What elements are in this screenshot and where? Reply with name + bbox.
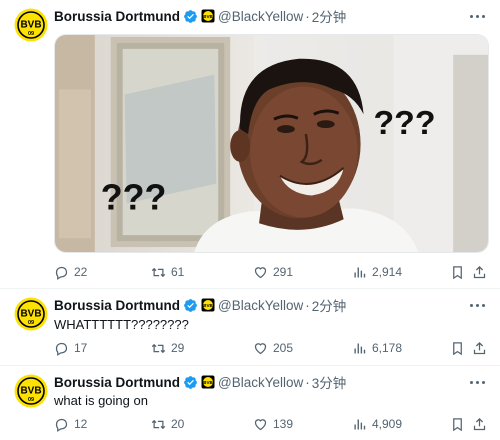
handle[interactable]: @BlackYellow — [218, 298, 303, 313]
retweet-count: 61 — [171, 265, 185, 279]
more-icon[interactable] — [466, 7, 488, 25]
reply-button[interactable]: 22 — [54, 262, 87, 282]
tweet-actions: 12 20 139 4,909 — [54, 414, 494, 434]
reply-count: 17 — [74, 341, 88, 355]
views-icon — [352, 341, 367, 356]
views-count: 4,909 — [372, 417, 403, 431]
display-name[interactable]: Borussia Dortmund — [54, 9, 180, 24]
views-button[interactable]: 2,914 — [352, 262, 402, 282]
reply-button[interactable]: 12 — [54, 414, 87, 434]
tweet-media-image[interactable]: ??? ??? — [54, 34, 489, 253]
tweet-text: WHATTTTTT???????? — [54, 317, 189, 332]
display-name[interactable]: Borussia Dortmund — [54, 375, 180, 390]
retweet-icon — [151, 265, 166, 280]
svg-text:???: ??? — [101, 177, 167, 217]
svg-text:09: 09 — [28, 31, 34, 37]
retweet-count: 20 — [171, 417, 185, 431]
separator-dot: · — [305, 8, 310, 24]
like-button[interactable]: 205 — [253, 338, 293, 358]
like-count: 139 — [273, 417, 294, 431]
bookmark-button[interactable] — [450, 338, 465, 358]
svg-text:BVB: BVB — [20, 20, 41, 31]
retweet-button[interactable]: 29 — [151, 338, 184, 358]
tweet-header: Borussia Dortmund BVB @BlackYellow · 2分钟 — [54, 295, 346, 315]
bookmark-icon — [450, 265, 465, 280]
handle[interactable]: @BlackYellow — [218, 9, 303, 24]
share-button[interactable] — [472, 338, 487, 358]
bookmark-button[interactable] — [450, 262, 465, 282]
share-button[interactable] — [472, 414, 487, 434]
svg-text:BVB: BVB — [203, 380, 213, 385]
like-count: 291 — [273, 265, 294, 279]
like-button[interactable]: 139 — [253, 414, 293, 434]
timestamp[interactable]: 2分钟 — [312, 295, 347, 315]
avatar[interactable]: BVB 09 — [14, 374, 48, 408]
like-button[interactable]: 291 — [253, 262, 293, 282]
bookmark-icon — [450, 341, 465, 356]
heart-icon — [253, 265, 268, 280]
tweet[interactable]: BVB 09 Borussia Dortmund BVB @BlackYellow… — [0, 0, 500, 288]
bookmark-icon — [450, 417, 465, 432]
more-icon[interactable] — [466, 373, 488, 391]
reply-icon — [54, 417, 69, 432]
tweet-text: what is going on — [54, 393, 148, 408]
verified-badge-icon — [183, 298, 198, 313]
display-name[interactable]: Borussia Dortmund — [54, 298, 180, 313]
retweet-icon — [151, 341, 166, 356]
retweet-button[interactable]: 20 — [151, 414, 184, 434]
reply-count: 22 — [74, 265, 88, 279]
reply-icon — [54, 341, 69, 356]
avatar[interactable]: BVB 09 — [14, 297, 48, 331]
verified-badge-icon — [183, 375, 198, 390]
affiliate-badge-icon: BVB — [201, 9, 215, 23]
reply-button[interactable]: 17 — [54, 338, 87, 358]
views-icon — [352, 265, 367, 280]
timestamp[interactable]: 3分钟 — [312, 372, 347, 392]
separator-dot: · — [305, 374, 310, 390]
tweet[interactable]: BVB 09 Borussia Dortmund BVB @BlackYellow… — [0, 289, 500, 365]
share-button[interactable] — [472, 262, 487, 282]
affiliate-badge-icon: BVB — [201, 375, 215, 389]
retweet-icon — [151, 417, 166, 432]
timestamp[interactable]: 2分钟 — [312, 6, 347, 26]
heart-icon — [253, 341, 268, 356]
more-icon[interactable] — [466, 296, 488, 314]
bookmark-button[interactable] — [450, 414, 465, 434]
tweet-header: Borussia Dortmund BVB @BlackYellow · 2分钟 — [54, 6, 346, 26]
svg-text:09: 09 — [28, 397, 34, 403]
svg-text:BVB: BVB — [203, 303, 213, 308]
svg-text:09: 09 — [28, 320, 34, 326]
avatar[interactable]: BVB 09 — [14, 8, 48, 42]
views-button[interactable]: 6,178 — [352, 338, 402, 358]
tweet[interactable]: BVB 09 Borussia Dortmund BVB @BlackYellow… — [0, 366, 500, 440]
reply-icon — [54, 265, 69, 280]
views-count: 2,914 — [372, 265, 403, 279]
svg-text:BVB: BVB — [203, 14, 213, 19]
handle[interactable]: @BlackYellow — [218, 375, 303, 390]
tweet-actions: 22 61 291 2,914 — [54, 262, 494, 282]
svg-text:BVB: BVB — [20, 309, 41, 320]
views-count: 6,178 — [372, 341, 403, 355]
verified-badge-icon — [183, 9, 198, 24]
affiliate-badge-icon: BVB — [201, 298, 215, 312]
tweet-actions: 17 29 205 6,178 — [54, 338, 494, 358]
retweet-count: 29 — [171, 341, 185, 355]
share-icon — [472, 265, 487, 280]
views-icon — [352, 417, 367, 432]
like-count: 205 — [273, 341, 294, 355]
svg-text:BVB: BVB — [20, 386, 41, 397]
share-icon — [472, 341, 487, 356]
svg-text:???: ??? — [374, 104, 436, 142]
separator-dot: · — [305, 297, 310, 313]
reply-count: 12 — [74, 417, 88, 431]
views-button[interactable]: 4,909 — [352, 414, 402, 434]
tweet-header: Borussia Dortmund BVB @BlackYellow · 3分钟 — [54, 372, 346, 392]
heart-icon — [253, 417, 268, 432]
retweet-button[interactable]: 61 — [151, 262, 184, 282]
share-icon — [472, 417, 487, 432]
